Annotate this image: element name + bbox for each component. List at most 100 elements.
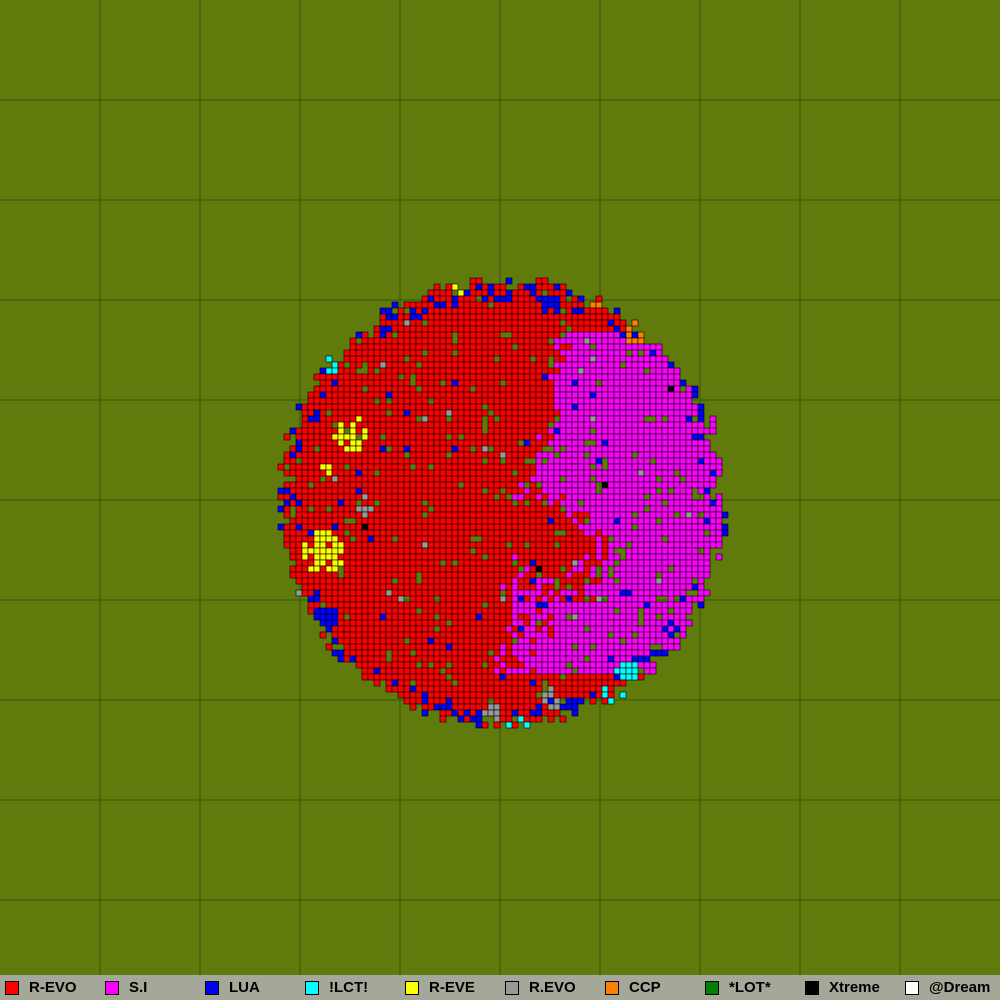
territory-tile: [619, 559, 627, 567]
territory-tile: [499, 475, 507, 483]
territory-tile: [385, 427, 393, 435]
territory-tile: [355, 409, 363, 417]
territory-tile: [367, 619, 375, 627]
territory-tile: [535, 277, 543, 285]
territory-tile: [589, 391, 597, 399]
territory-tile: [529, 661, 537, 669]
territory-tile: [307, 439, 315, 447]
territory-tile: [631, 649, 639, 657]
territory-tile: [517, 283, 525, 291]
territory-tile: [361, 505, 369, 513]
territory-tile: [331, 595, 339, 603]
territory-tile: [661, 445, 669, 453]
territory-tile: [433, 541, 441, 549]
territory-tile: [559, 433, 567, 441]
territory-tile: [553, 667, 561, 675]
territory-tile: [475, 385, 483, 393]
territory-tile: [313, 601, 321, 609]
territory-tile: [547, 625, 555, 633]
territory-tile: [361, 343, 369, 351]
territory-tile: [619, 433, 627, 441]
territory-tile: [661, 601, 669, 609]
territory-tile: [361, 523, 369, 531]
territory-tile: [439, 565, 447, 573]
territory-tile: [385, 313, 393, 321]
territory-tile: [403, 415, 411, 423]
territory-tile: [493, 589, 501, 597]
territory-tile: [355, 661, 363, 669]
territory-tile: [505, 373, 513, 381]
territory-tile: [427, 319, 435, 327]
territory-tile: [403, 619, 411, 627]
territory-tile: [583, 415, 591, 423]
territory-tile: [415, 439, 423, 447]
territory-tile: [469, 655, 477, 663]
territory-tile: [319, 595, 327, 603]
territory-tile: [511, 481, 519, 489]
territory-tile: [445, 697, 453, 705]
territory-tile: [403, 421, 411, 429]
territory-tile: [541, 637, 549, 645]
territory-tile: [373, 529, 381, 537]
territory-tile: [391, 451, 399, 459]
territory-tile: [493, 487, 501, 495]
territory-tile: [541, 517, 549, 525]
territory-tile: [679, 631, 687, 639]
territory-tile: [403, 325, 411, 333]
territory-tile: [355, 493, 363, 501]
territory-tile: [433, 703, 441, 711]
territory-tile: [457, 703, 465, 711]
territory-tile: [637, 433, 645, 441]
territory-tile: [391, 667, 399, 675]
territory-tile: [691, 517, 699, 525]
territory-tile: [517, 355, 525, 363]
territory-tile: [529, 631, 537, 639]
territory-tile: [427, 679, 435, 687]
territory-tile: [451, 445, 459, 453]
territory-tile: [451, 325, 459, 333]
territory-tile: [373, 385, 381, 393]
territory-tile: [499, 517, 507, 525]
territory-tile: [595, 439, 603, 447]
territory-tile: [283, 451, 291, 459]
territory-tile: [469, 277, 477, 285]
territory-tile: [619, 421, 627, 429]
territory-tile: [577, 691, 585, 699]
world-map[interactable]: [0, 0, 1000, 975]
territory-tile: [475, 589, 483, 597]
territory-tile: [571, 523, 579, 531]
territory-tile: [409, 619, 417, 627]
territory-tile: [565, 451, 573, 459]
territory-tile: [679, 517, 687, 525]
territory-tile: [553, 559, 561, 567]
territory-tile: [565, 481, 573, 489]
territory-tile: [337, 475, 345, 483]
legend-swatch: [805, 980, 819, 995]
territory-tile: [487, 439, 495, 447]
territory-tile: [541, 439, 549, 447]
territory-tile: [595, 331, 603, 339]
territory-tile: [373, 517, 381, 525]
territory-tile: [439, 445, 447, 453]
territory-tile: [355, 559, 363, 567]
territory-tile: [535, 613, 543, 621]
territory-tile: [529, 391, 537, 399]
territory-tile: [367, 433, 375, 441]
territory-tile: [643, 481, 651, 489]
territory-tile: [361, 457, 369, 465]
territory-tile: [475, 505, 483, 513]
territory-tile: [667, 511, 675, 519]
territory-tile: [331, 415, 339, 423]
territory-tile: [589, 535, 597, 543]
territory-tile: [667, 457, 675, 465]
territory-tile: [511, 655, 519, 663]
territory-tile: [373, 379, 381, 387]
territory-tile: [307, 607, 315, 615]
territory-tile: [307, 445, 315, 453]
territory-tile: [409, 613, 417, 621]
territory-tile: [343, 475, 351, 483]
territory-tile: [475, 559, 483, 567]
territory-tile: [313, 481, 321, 489]
territory-tile: [691, 529, 699, 537]
territory-tile: [457, 469, 465, 477]
